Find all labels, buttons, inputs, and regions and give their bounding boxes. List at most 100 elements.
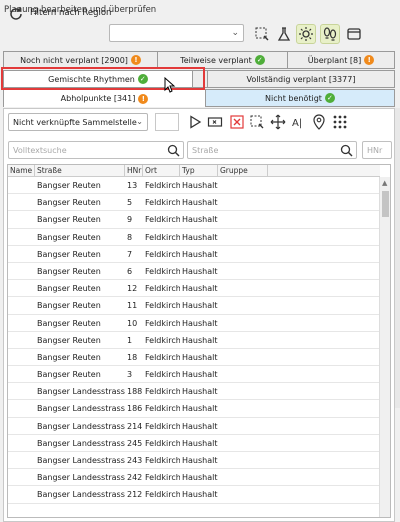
table-cell	[218, 435, 268, 451]
search-icon[interactable]	[167, 144, 180, 157]
table-row[interactable]: Bangser Landesstrasse 245 Feldkirch Haushal…	[8, 435, 380, 452]
move-icon[interactable]	[270, 114, 286, 130]
column-header-ort[interactable]: Ort	[143, 165, 180, 177]
street-search-field[interactable]: Straße	[187, 141, 357, 159]
hnr-search-field[interactable]: HNr	[362, 141, 392, 159]
column-header-hnr[interactable]: HNr	[125, 165, 143, 177]
window-scrollbar[interactable]	[395, 108, 400, 408]
tab-vollstaendig-verplant[interactable]: Vollständig verplant [3377]	[207, 70, 395, 88]
column-header-typ[interactable]: Typ	[180, 165, 218, 177]
table-row[interactable]: Bangser Reuten 7 Feldkirch Haushalt	[8, 246, 380, 263]
table-cell	[8, 366, 35, 382]
table-cell: Haushalt	[182, 335, 218, 345]
table-cell	[8, 297, 35, 313]
table-cell: Bangser Landesstrasse	[37, 456, 125, 465]
table-row[interactable]: Bangser Landesstrasse 242 Feldkirch Haushal…	[8, 469, 380, 487]
table-row[interactable]: Bangser Reuten 12 Feldkirch Haushalt	[8, 280, 380, 298]
sun-icon[interactable]	[296, 24, 316, 44]
column-header-strasse[interactable]: Straße	[35, 165, 125, 177]
table-cell: Feldkirch	[145, 421, 180, 431]
table-cell	[218, 177, 268, 193]
table-row[interactable]: Bangser Landesstrasse 188 Feldkirch Haushal…	[8, 383, 380, 401]
sammelstelle-select[interactable]: Nicht verknüpfte Sammelstelle ⌄	[8, 113, 148, 131]
street-search-placeholder: Straße	[192, 145, 219, 155]
count-field[interactable]	[155, 113, 179, 131]
search-icon[interactable]	[340, 144, 353, 157]
scroll-thumb[interactable]	[382, 191, 389, 217]
table-cell: Bangser Reuten	[37, 301, 101, 311]
ab-sort-icon[interactable]: A|	[291, 114, 307, 130]
table-cell: Feldkirch	[145, 335, 180, 345]
window-icon[interactable]	[344, 24, 364, 44]
flask-icon[interactable]	[274, 24, 294, 44]
table-row[interactable]: Bangser Reuten 3 Feldkirch Haushalt	[8, 366, 380, 384]
table-row[interactable]: Bangser Reuten 10 Feldkirch Haushalt	[8, 315, 380, 332]
fulltext-search-field[interactable]: Volltextsuche	[8, 141, 184, 159]
table-cell: 18	[127, 352, 138, 362]
tab-label: Nicht benötigt	[265, 93, 322, 103]
table-cell: 10	[127, 318, 138, 328]
mouse-cursor-icon	[164, 77, 176, 93]
table-cell	[218, 246, 268, 262]
table-row[interactable]: Bangser Landesstrasse 186 Feldkirch Haushal…	[8, 400, 380, 418]
table-cell: Bangser Reuten	[37, 215, 101, 225]
delete-icon[interactable]	[229, 114, 245, 130]
table-cell: Haushalt	[182, 490, 218, 500]
fulltext-search-placeholder: Volltextsuche	[13, 145, 67, 155]
table-row[interactable]: Bangser Reuten 5 Feldkirch Haushalt	[8, 194, 380, 212]
table-cell: Feldkirch	[145, 198, 180, 208]
table-row[interactable]: Bangser Reuten 18 Feldkirch Haushalt	[8, 349, 380, 367]
table-cell-filler	[268, 229, 380, 245]
table-cell: 13	[127, 181, 138, 190]
table-cell: Bangser Reuten	[37, 266, 101, 276]
table-cell-filler	[268, 263, 380, 279]
table-cell: Bangser Landesstrasse	[37, 490, 125, 500]
select-area-icon[interactable]	[249, 114, 265, 130]
table-row[interactable]: Bangser Landesstrasse 214 Feldkirch Haushal…	[8, 418, 380, 435]
tab-label: Abholpunkte [341]	[60, 94, 136, 103]
table-cell	[8, 194, 35, 210]
table-cell: 3	[127, 370, 133, 380]
map-pin-icon[interactable]	[311, 114, 327, 130]
column-header-name[interactable]: Name	[8, 165, 35, 177]
table-cell: Feldkirch	[145, 473, 180, 483]
table-cell	[218, 280, 268, 296]
table-row[interactable]: Bangser Reuten 1 Feldkirch Haushalt	[8, 332, 380, 349]
table-cell: Haushalt	[182, 198, 218, 208]
refresh-icon[interactable]	[8, 6, 24, 22]
unlink-box-icon[interactable]	[207, 114, 223, 130]
table-cell	[218, 297, 268, 313]
table-cell: Haushalt	[182, 301, 218, 311]
column-header-gruppe[interactable]: Gruppe	[218, 165, 268, 177]
table-cell: Haushalt	[182, 456, 218, 465]
play-icon[interactable]	[187, 114, 203, 130]
footprints-icon[interactable]	[320, 24, 340, 44]
table-scrollbar[interactable]: ▲	[379, 177, 390, 517]
table-cell-filler	[268, 211, 380, 227]
table-cell: Haushalt	[182, 215, 218, 225]
region-select[interactable]: ⌄	[109, 24, 244, 42]
scroll-up-icon[interactable]: ▲	[382, 179, 387, 187]
table-row[interactable]: Bangser Reuten 6 Feldkirch Haushalt	[8, 263, 380, 281]
tab-nicht-benoetigt[interactable]: Nicht benötigt ✓	[205, 89, 395, 107]
table-row[interactable]: Bangser Reuten 8 Feldkirch Haushalt	[8, 229, 380, 246]
table-cell: Bangser Reuten	[37, 284, 101, 294]
select-area-icon[interactable]	[252, 24, 272, 44]
table-cell: 8	[127, 232, 133, 242]
column-header-filler	[268, 165, 380, 177]
table-row[interactable]: Bangser Reuten 13 Feldkirch Haushalt	[8, 177, 380, 195]
table-cell-filler	[268, 332, 380, 348]
table-cell-filler	[268, 315, 380, 331]
tab-ueberplant[interactable]: Überplant [8] !	[287, 51, 395, 69]
table-cell: 186	[127, 404, 143, 414]
tab-teilweise-verplant[interactable]: Teilweise verplant ✓	[157, 51, 288, 69]
grid-dots-icon[interactable]	[332, 114, 348, 130]
table-cell	[218, 349, 268, 365]
table-cell: Haushalt	[182, 387, 218, 397]
table-row[interactable]: Bangser Landesstrasse 243 Feldkirch Haushal…	[8, 452, 380, 470]
table-row[interactable]: Bangser Reuten 9 Feldkirch Haushalt	[8, 211, 380, 229]
table-cell: Feldkirch	[145, 490, 180, 500]
table-row[interactable]: Bangser Landesstrasse 212 Feldkirch Haushal…	[8, 486, 380, 504]
table-row[interactable]: Bangser Reuten 11 Feldkirch Haushalt	[8, 297, 380, 315]
tab-noch-nicht-verplant[interactable]: Noch nicht verplant [2900] !	[3, 51, 158, 69]
